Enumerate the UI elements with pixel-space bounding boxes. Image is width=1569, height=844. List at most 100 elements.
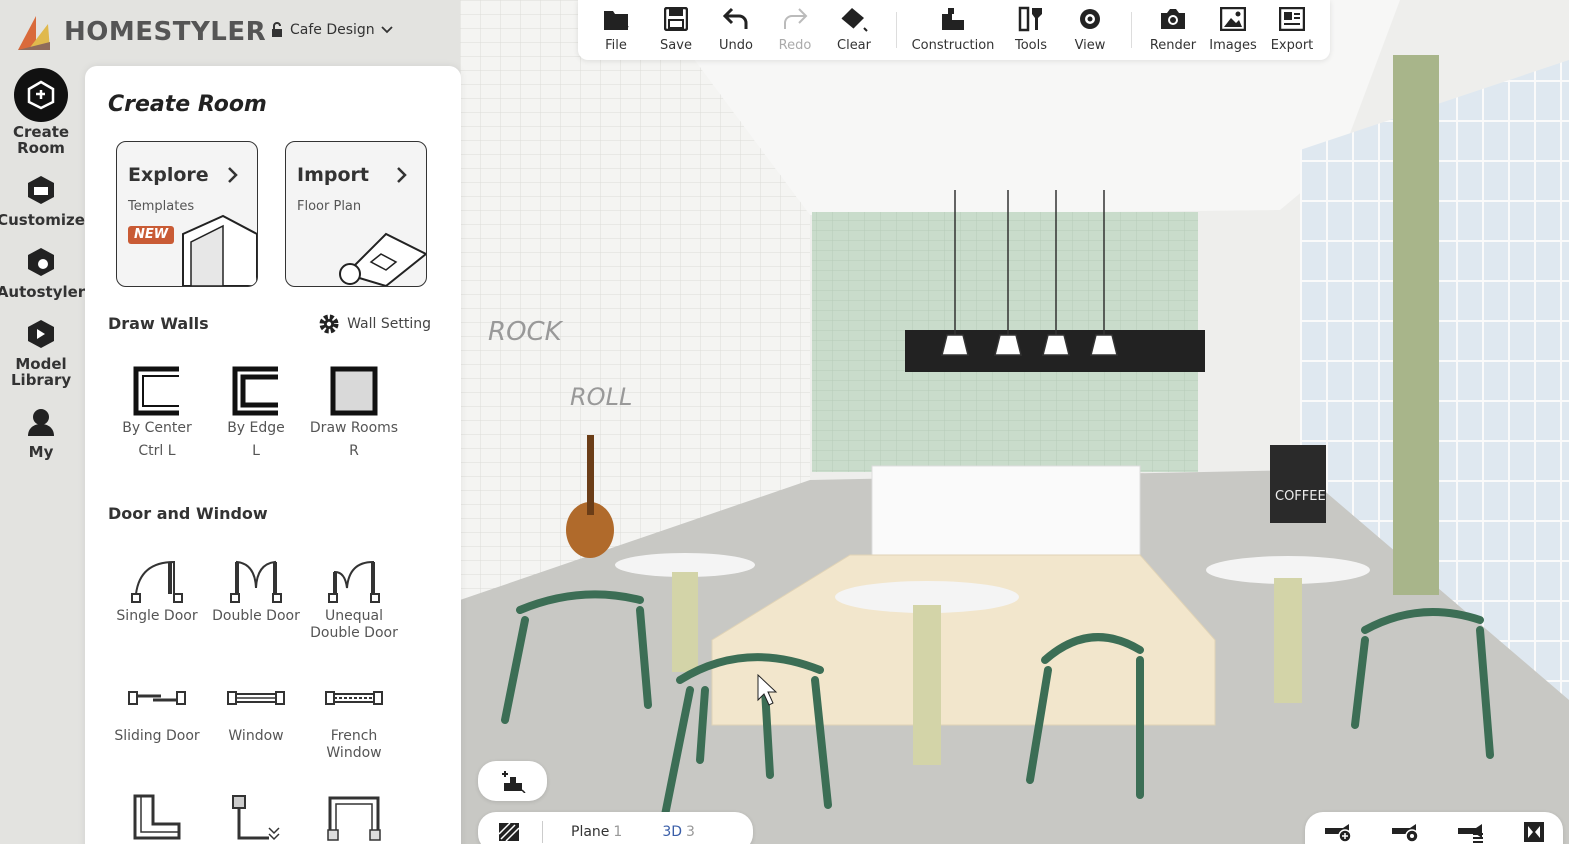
tool-label: Unequal Double Door (310, 608, 398, 641)
toolbar-label: Redo (778, 38, 812, 53)
card-title: Explore (128, 164, 209, 186)
window-icon (227, 691, 285, 705)
toolbar-label: Export (1270, 38, 1314, 53)
rail-label: Customize (0, 211, 85, 229)
tool-label: French Window (326, 728, 382, 761)
export-button[interactable]: Export (1257, 4, 1327, 53)
left-rail: Create Room Customize Autostyler Model L… (0, 68, 86, 474)
window-tool[interactable]: Window (206, 686, 306, 745)
unequal-double-door-tool[interactable]: Unequal Double Door (304, 558, 404, 642)
toolbar-label: Construction (911, 38, 995, 53)
project-selector[interactable]: Cafe Design (270, 22, 393, 38)
construction-button[interactable]: Construction (912, 4, 994, 53)
chevron-right-icon (397, 167, 407, 183)
toolbar-label: Undo (719, 38, 753, 53)
toolbar-label: View (1074, 38, 1106, 53)
toolbar-label: File (605, 38, 627, 53)
plane-view-number: 1 (613, 824, 623, 840)
tools-icon (1018, 4, 1044, 34)
import-floor-plan-card[interactable]: Import Floor Plan (285, 141, 427, 287)
draw-wall-by-edge[interactable]: By Edge L (206, 366, 306, 460)
gear-icon (319, 314, 339, 334)
add-camera-icon[interactable] (1323, 820, 1353, 844)
rail-autostyler[interactable]: Autostyler (0, 242, 86, 301)
rail-create-room[interactable]: Create Room (0, 68, 82, 156)
tool-label: Double Door (212, 608, 300, 624)
door-window-title: Door and Window (108, 504, 268, 523)
draw-rooms[interactable]: Draw Rooms R (304, 366, 404, 460)
divider (542, 821, 543, 843)
plane-view-button[interactable]: Plane 1 (571, 824, 622, 840)
construction-icon (940, 4, 966, 34)
fullscreen-icon[interactable] (1523, 821, 1545, 843)
tool-shortcut: Ctrl L (138, 443, 176, 459)
wall-text-rock: ROCK (488, 317, 564, 347)
explore-templates-card[interactable]: Explore Templates NEW (116, 141, 258, 287)
panel-title: Create Room (108, 92, 267, 117)
3d-view-button[interactable]: 3D 3 (662, 824, 695, 840)
camera-icon (1159, 4, 1187, 34)
eraser-icon (840, 4, 868, 34)
add-floor-icon (501, 771, 526, 793)
create-room-icon (14, 68, 68, 122)
draw-walls-title: Draw Walls (108, 314, 209, 333)
logo[interactable]: HOMESTYLER (14, 12, 266, 52)
project-name: Cafe Design (290, 22, 375, 38)
chevron-down-icon (381, 26, 393, 34)
corner-window-icon[interactable] (231, 792, 283, 842)
autostyler-icon (21, 242, 61, 282)
my-icon (21, 402, 61, 442)
rail-model-library[interactable]: Model Library (0, 314, 82, 388)
view-button[interactable]: View (1055, 4, 1125, 53)
unequal-double-door-icon (328, 560, 380, 603)
create-room-panel: Create Room Explore Templates NEW Import… (85, 66, 461, 844)
double-door-tool[interactable]: Double Door (206, 558, 306, 625)
top-toolbar: File Save Undo Redo Clear Construction T… (578, 0, 1330, 60)
toolbar-divider (1131, 12, 1132, 48)
door-frame-icon[interactable] (326, 792, 382, 842)
plane-view-label: Plane (571, 824, 610, 840)
toolbar-divider (896, 12, 897, 48)
new-badge: NEW (128, 226, 175, 244)
image-icon (1220, 4, 1246, 34)
rail-label: Model Library (11, 355, 72, 389)
view-switcher: Plane 1 3D 3 (478, 812, 753, 844)
camera-list-icon[interactable] (1456, 820, 1486, 844)
bottom-right-tools (1305, 812, 1563, 844)
card-subtitle: Templates (128, 199, 195, 214)
tool-label: By Edge (227, 420, 285, 436)
save-icon (664, 4, 688, 34)
lock-icon (272, 22, 282, 37)
customize-icon (21, 170, 61, 210)
rail-label: Autostyler (0, 283, 86, 301)
double-door-icon (230, 560, 282, 603)
french-window-icon (325, 691, 383, 705)
rail-my[interactable]: My (0, 402, 82, 460)
single-door-icon (131, 560, 183, 603)
tool-shortcut: R (349, 443, 359, 459)
brand-name: HOMESTYLER (64, 17, 267, 47)
folder-icon (603, 4, 629, 34)
camera-settings-icon[interactable] (1390, 820, 1420, 844)
floor-pattern-icon[interactable] (498, 822, 520, 842)
french-window-tool[interactable]: French Window (304, 686, 404, 762)
sliding-door-tool[interactable]: Sliding Door (107, 686, 207, 745)
homestyler-logo-icon (18, 16, 50, 50)
bay-window-icon[interactable] (131, 792, 183, 842)
tool-label: Single Door (116, 608, 198, 624)
rail-customize[interactable]: Customize (0, 170, 85, 229)
toolbar-label: Tools (1014, 38, 1048, 53)
draw-wall-by-center[interactable]: By Center Ctrl L (107, 366, 207, 460)
clear-button[interactable]: Clear (819, 4, 889, 53)
wall-setting-button[interactable]: Wall Setting (319, 314, 431, 334)
toolbar-label: Clear (837, 38, 871, 53)
3d-view-label: 3D (662, 824, 683, 840)
add-floor-button[interactable] (478, 761, 547, 801)
3d-view-number: 3 (686, 824, 695, 840)
wall-by-center-icon (133, 366, 179, 416)
card-subtitle: Floor Plan (297, 199, 362, 214)
chevron-right-icon (228, 167, 238, 183)
wall-setting-label: Wall Setting (347, 316, 431, 332)
coffee-sign: COFFEE (1275, 489, 1326, 504)
single-door-tool[interactable]: Single Door (107, 558, 207, 625)
